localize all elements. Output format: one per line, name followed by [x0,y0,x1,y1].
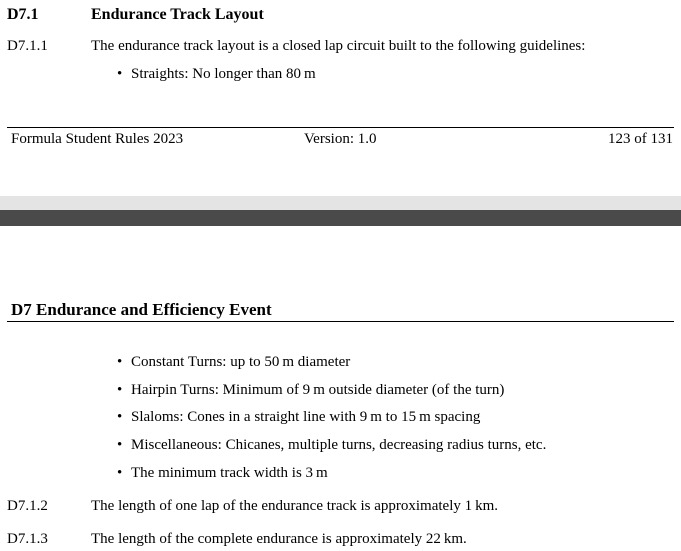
bullet-icon: • [117,66,123,82]
page-header: D7 Endurance and Efficiency Event [11,300,272,319]
list-item-text: Hairpin Turns: Minimum of 9 m outside di… [131,382,505,398]
rule-text: The endurance track layout is a closed l… [91,38,586,54]
bullet-icon: • [117,465,123,481]
page-gap [0,196,681,210]
footer-title: Formula Student Rules 2023 [11,131,184,147]
bullet-icon: • [117,354,123,370]
list-item: • Miscellaneous: Chicanes, multiple turns… [117,436,546,454]
rule-number: D7.1.3 [7,531,48,547]
rule-text: The length of one lap of the endurance t… [91,498,499,514]
bullet-icon: • [117,437,123,453]
list-item-text: Slaloms: Cones in a straight line with 9… [131,409,481,425]
header-divider [7,321,674,322]
section-number: D7.1 [7,6,39,23]
bullet-icon: • [117,382,123,398]
list-item: • Hairpin Turns: Minimum of 9 m outside d… [117,381,504,399]
list-item-text: Miscellaneous: Chicanes, multiple turns,… [131,437,547,453]
rule-number: D7.1.2 [7,498,48,514]
list-item: • Straights: No longer than 80 m [117,65,316,83]
bullet-icon: • [117,409,123,425]
footer-version: Version: 1.0 [304,131,377,147]
list-item-text: Constant Turns: up to 50 m diameter [131,354,351,370]
rule-text: The length of the complete endurance is … [91,531,467,547]
page-number: 123 of 131 [608,131,673,147]
list-item-text: Straights: No longer than 80 m [131,66,316,82]
list-item: • Constant Turns: up to 50 m diameter [117,353,350,371]
section-title: Endurance Track Layout [91,6,264,23]
rule-number: D7.1.1 [7,38,48,54]
list-item: • Slaloms: Cones in a straight line with … [117,408,480,426]
list-item: • The minimum track width is 3 m [117,464,328,482]
list-item-text: The minimum track width is 3 m [131,465,328,481]
page-separator [0,210,681,226]
footer-divider [7,127,674,128]
